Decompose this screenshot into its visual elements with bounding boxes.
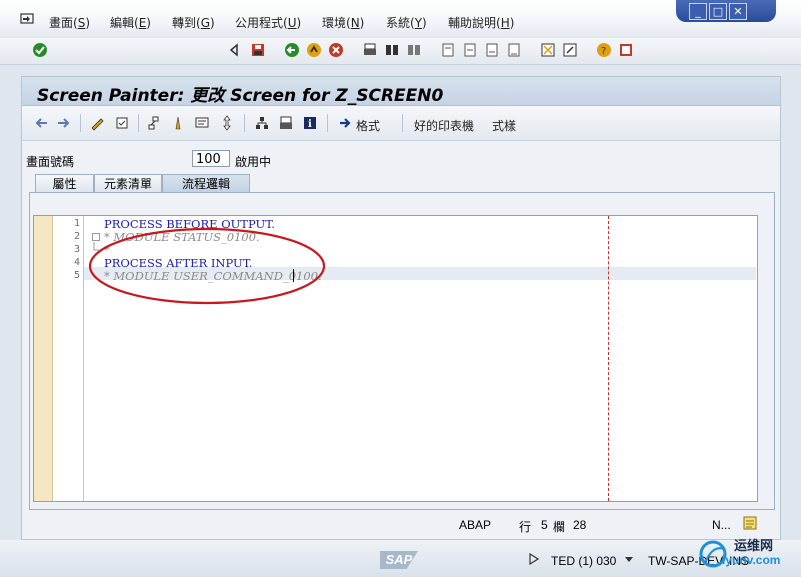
- shortcut-icon[interactable]: [562, 42, 578, 58]
- screen-number-label: 畫面號碼: [26, 155, 75, 169]
- menu-help[interactable]: 輔助說明(H): [448, 14, 514, 31]
- activate-icon[interactable]: [170, 115, 186, 131]
- format-button[interactable]: 格式: [356, 117, 380, 134]
- window-controls: _ □ ✕: [676, 0, 776, 22]
- menu-shortcut-icon[interactable]: [20, 13, 34, 25]
- title-bar: Screen Painter: 更改 Screen for Z_SCREEN0: [22, 77, 780, 106]
- application-toolbar: i 格式 好的印表機 式樣: [22, 106, 780, 141]
- toolbar-divider: [402, 114, 403, 132]
- line-value: 5: [541, 518, 548, 532]
- line-number: 5: [73, 270, 80, 281]
- pattern-button[interactable]: 式樣: [492, 117, 516, 134]
- svg-text:?: ?: [601, 46, 606, 57]
- language-indicator: ABAP: [459, 518, 492, 532]
- toolbar-divider: [244, 114, 245, 132]
- maximize-icon[interactable]: □: [709, 3, 727, 20]
- menu-environment[interactable]: 環境(N): [322, 14, 364, 31]
- arrow-right-icon[interactable]: [338, 115, 354, 131]
- menu-bar: 畫面(S) 編輯(E) 轉到(G) 公用程式(U) 環境(N) 系統(Y) 輔助…: [0, 0, 801, 38]
- toolbar-divider: [327, 114, 328, 132]
- print-icon[interactable]: [362, 42, 378, 58]
- back-arrow-icon[interactable]: [226, 42, 242, 58]
- watermark-text: 运维网: [734, 539, 774, 554]
- back-arrow-icon[interactable]: [33, 115, 49, 131]
- next-page-icon[interactable]: [484, 42, 500, 58]
- sap-status-bar: SAP TED (1) 030 TW-SAP-DEV INS: [0, 540, 801, 577]
- tab-content: 1 2 3 4 5 PROCESS BEFORE OUTPUT. * MODUL…: [29, 192, 775, 510]
- menu-system[interactable]: 系統(Y): [386, 14, 427, 31]
- notepad-icon[interactable]: [742, 515, 758, 531]
- find-next-icon[interactable]: [406, 42, 422, 58]
- watermark-url: iyunv.com: [722, 553, 781, 567]
- line-number: 1: [73, 218, 80, 229]
- watermark-logo: 运维网 iyunv.com: [698, 533, 794, 575]
- hierarchy-icon[interactable]: [147, 115, 163, 131]
- navigation-icon[interactable]: [219, 115, 235, 131]
- minimize-icon[interactable]: _: [689, 3, 707, 20]
- forward-arrow-icon[interactable]: [56, 115, 72, 131]
- info-icon[interactable]: i: [302, 115, 318, 131]
- tab-flow-logic[interactable]: 流程邏輯: [162, 174, 250, 193]
- menu-utilities[interactable]: 公用程式(U): [235, 14, 301, 31]
- help-icon[interactable]: ?: [596, 42, 612, 58]
- sap-logo: SAP: [380, 551, 418, 569]
- tab-attributes[interactable]: 屬性: [35, 174, 94, 193]
- find-icon[interactable]: [384, 42, 400, 58]
- line-number: 3: [73, 244, 80, 255]
- line-number: 4: [73, 257, 80, 268]
- close-icon[interactable]: ✕: [729, 3, 747, 20]
- menu-edit[interactable]: 編輯(E): [110, 14, 151, 31]
- chevron-down-icon[interactable]: [625, 557, 633, 562]
- editor-margin: [34, 216, 53, 501]
- edit-pencil-icon[interactable]: [89, 115, 105, 131]
- column-label: 欄: [553, 520, 566, 534]
- session-info: TED (1) 030: [551, 554, 617, 568]
- create-session-icon[interactable]: [540, 42, 556, 58]
- editor-status-bar: ABAP 行 5 欄 28 N...: [22, 508, 780, 538]
- previous-page-icon[interactable]: [462, 42, 478, 58]
- menu-screen[interactable]: 畫面(S): [49, 14, 90, 31]
- screen-number-field[interactable]: 100: [192, 150, 230, 167]
- line-label: 行: [519, 520, 532, 534]
- first-page-icon[interactable]: [440, 42, 456, 58]
- tab-element-list[interactable]: 元素清單: [94, 174, 162, 193]
- printer-icon[interactable]: [278, 115, 294, 131]
- exit-icon[interactable]: [306, 42, 322, 58]
- code-editor[interactable]: 1 2 3 4 5 PROCESS BEFORE OUTPUT. * MODUL…: [33, 215, 758, 502]
- pretty-printer-button[interactable]: 好的印表機: [414, 117, 474, 134]
- back-icon[interactable]: [284, 42, 300, 58]
- menu-goto[interactable]: 轉到(G): [172, 14, 215, 31]
- right-margin-line: [608, 216, 609, 501]
- annotation-ellipse: [88, 227, 326, 305]
- save-icon[interactable]: [250, 42, 266, 58]
- editor-mode: N...: [712, 518, 731, 532]
- toolbar-divider: [80, 114, 81, 132]
- customize-layout-icon[interactable]: [618, 42, 634, 58]
- page-title: Screen Painter: 更改 Screen for Z_SCREEN0: [37, 86, 444, 106]
- layout-editor-icon[interactable]: [194, 115, 210, 131]
- cancel-icon[interactable]: [328, 42, 344, 58]
- main-panel: Screen Painter: 更改 Screen for Z_SCREEN0 …: [21, 76, 781, 540]
- line-number: 2: [73, 231, 80, 242]
- svg-text:i: i: [308, 119, 312, 130]
- toolbar-divider: [138, 114, 139, 132]
- check-object-icon[interactable]: [114, 115, 130, 131]
- system-toolbar: ?: [0, 38, 801, 98]
- column-value: 28: [573, 518, 587, 532]
- play-icon[interactable]: [529, 553, 539, 565]
- enter-icon[interactable]: [32, 42, 48, 58]
- screen-status: 啟用中: [235, 155, 272, 169]
- last-page-icon[interactable]: [506, 42, 522, 58]
- element-tree-icon[interactable]: [254, 115, 270, 131]
